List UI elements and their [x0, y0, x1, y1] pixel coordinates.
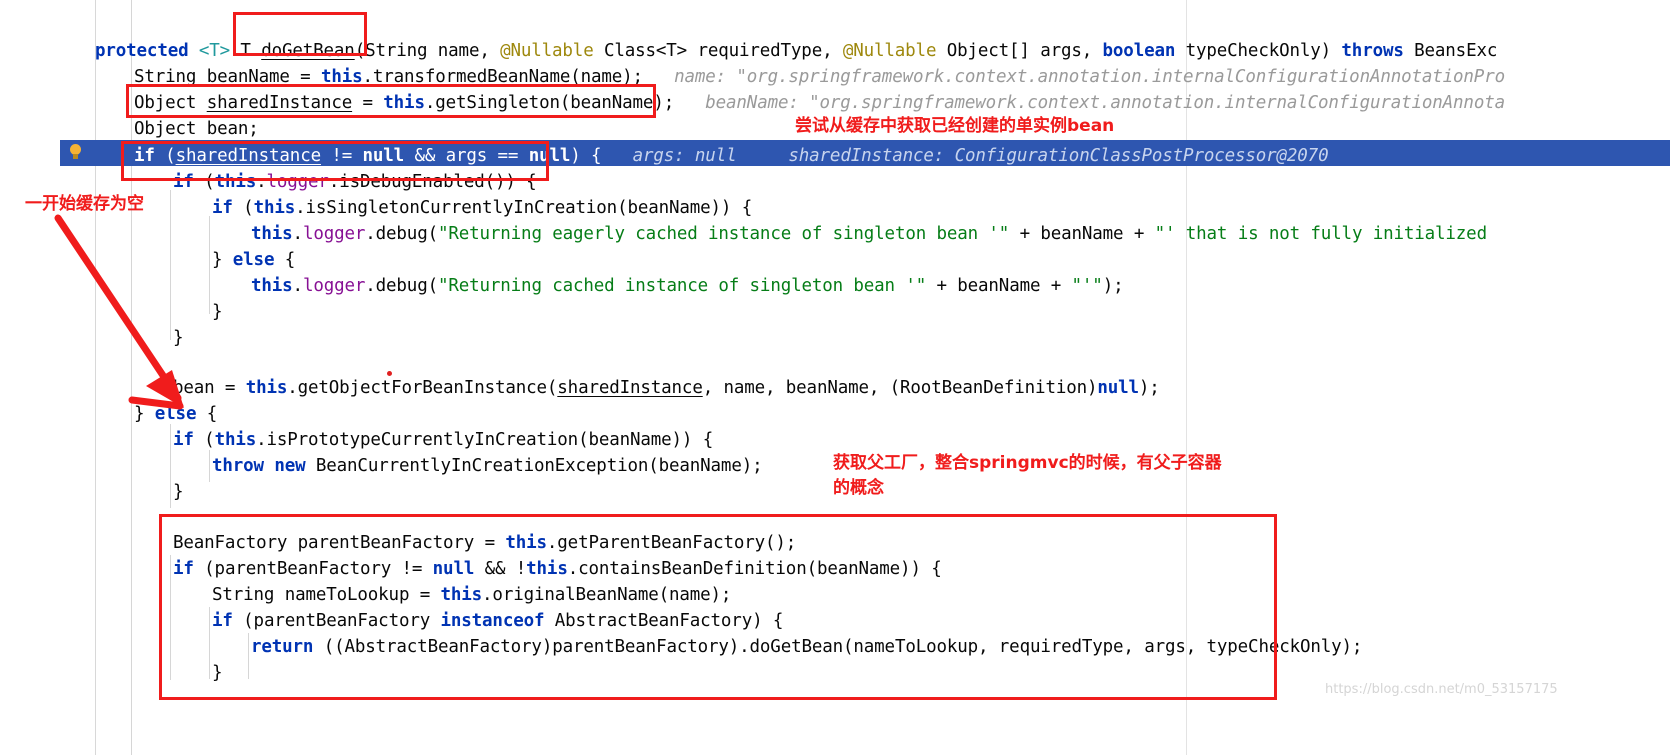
note-cache-lookup: 尝试从缓存中获取已经创建的单实例bean [795, 116, 1115, 136]
highlight-box-if-sharedinstance [121, 141, 549, 181]
indent-guide-4 [170, 424, 171, 508]
highlight-box-parent-factory [159, 514, 1277, 700]
code-line-close-3: } [173, 482, 184, 502]
note-cache-empty: 一开始缓存为空 [25, 194, 144, 214]
highlight-box-dogetbean [233, 12, 367, 56]
code-line-else-1: } else { [212, 250, 296, 270]
code-line-throw: throw new BeanCurrentlyInCreationExcepti… [212, 456, 763, 476]
watermark-text: https://blog.csdn.net/m0_53157175 [1325, 682, 1558, 697]
indent-guide-2 [170, 190, 171, 340]
code-line-close-2: } [173, 328, 184, 348]
intention-bulb-icon[interactable] [68, 144, 84, 160]
code-line-if-singleton-in-creation: if (this.isSingletonCurrentlyInCreation(… [212, 198, 753, 218]
red-dot-marker [387, 371, 392, 376]
gutter-separator [95, 0, 96, 755]
code-line-debug-eager: this.logger.debug("Returning eagerly cac… [251, 224, 1487, 244]
code-line-object-bean: Object bean; [134, 119, 259, 139]
code-editor-screenshot: protected <T> T doGetBean(String name, @… [0, 0, 1670, 755]
indent-guide-5 [209, 450, 210, 482]
code-line-debug-cached: this.logger.debug("Returning cached inst… [251, 276, 1124, 296]
indent-guide-3 [209, 216, 210, 314]
code-line-if-prototype: if (this.isPrototypeCurrentlyInCreation(… [173, 430, 714, 450]
code-line-close-1: } [212, 302, 223, 322]
code-line-get-object-for-bean: bean = this.getObjectForBeanInstance(sha… [173, 378, 1160, 398]
note-parent-factory-line2: 的概念 [833, 478, 884, 498]
note-parent-factory-line1: 获取父工厂，整合springmvc的时候，有父子容器 [833, 453, 1222, 473]
highlight-box-getsingleton [126, 84, 656, 118]
code-line-else-2: } else { [134, 404, 218, 424]
